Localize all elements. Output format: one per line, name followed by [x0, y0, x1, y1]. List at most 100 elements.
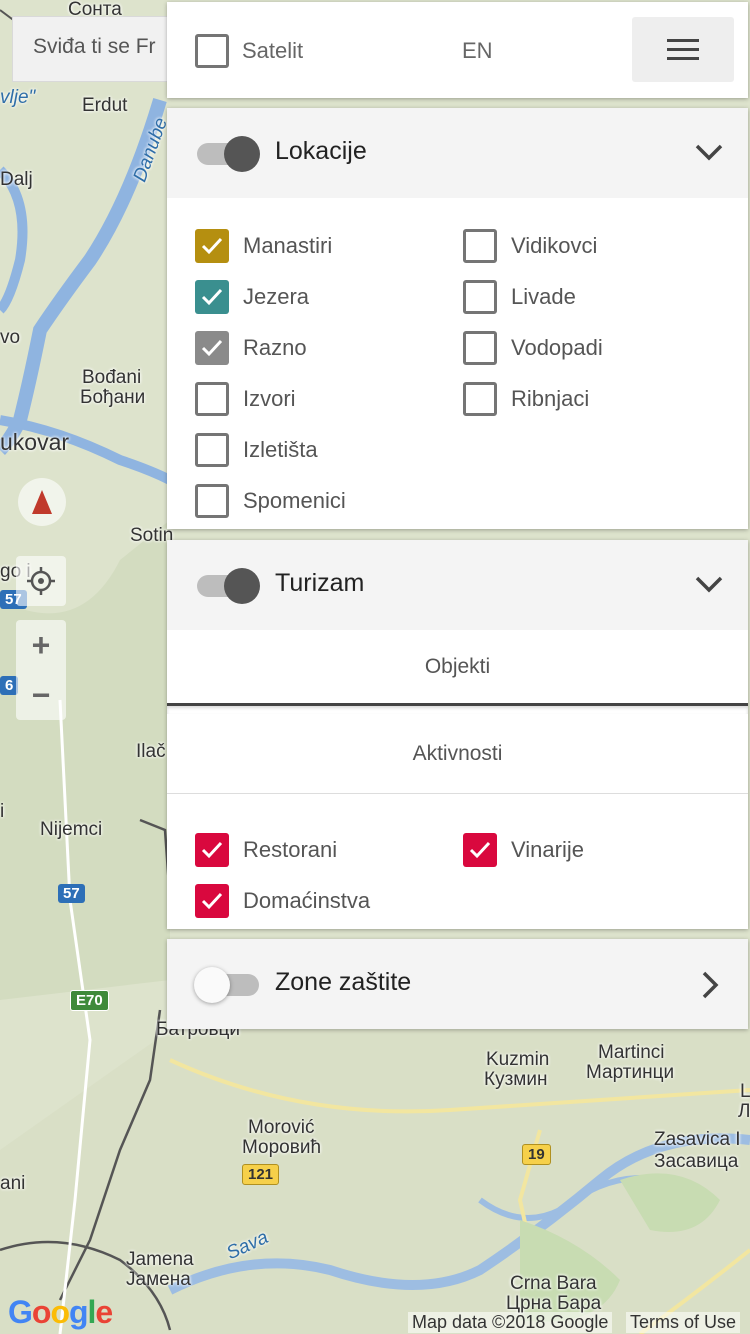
filter-checkbox-item[interactable]: Izletišta — [195, 433, 318, 467]
map-label-bodjani-cyr: Бођани — [80, 387, 146, 408]
filter-checkbox-item[interactable]: Izvori — [195, 382, 296, 416]
map-label-edge-l2: Л — [738, 1101, 750, 1122]
filter-label: Spomenici — [243, 488, 346, 513]
satellite-label: Satelit — [242, 38, 304, 63]
road-shield-57b: 57 — [58, 884, 85, 903]
google-logo: Google — [8, 1294, 113, 1330]
checkbox-checked — [195, 280, 229, 314]
zone-zastite-toggle[interactable] — [194, 967, 261, 1003]
turizam-header[interactable]: Turizam — [167, 540, 748, 630]
turizam-title: Turizam — [275, 569, 365, 597]
hamburger-icon-line — [667, 48, 699, 51]
checkbox-checked — [463, 833, 497, 867]
checkmark-icon — [201, 339, 223, 357]
map-label-dalj: Dalj — [0, 169, 33, 190]
lokacije-section: Lokacije Manastiri Jezera Razno Izvori Izlet… — [167, 108, 748, 529]
map-label-morovic-cyr: Моровић — [242, 1137, 322, 1158]
zoom-in-button[interactable]: + — [16, 620, 66, 670]
filter-checkbox-item[interactable]: Jezera — [195, 280, 309, 314]
filter-checkbox-item[interactable]: Vinarije — [463, 833, 584, 867]
lokacije-header[interactable]: Lokacije — [167, 108, 748, 198]
map-label-kuzmin-cyr: Кузмин — [484, 1069, 548, 1090]
map-label-nijemci: Nijemci — [40, 819, 103, 840]
map-label-jamena-lat: Jamena — [126, 1249, 194, 1270]
map-label-erdut: Erdut — [82, 95, 128, 116]
map-label-martinci-lat: Martinci — [598, 1042, 665, 1063]
toggle-knob — [194, 967, 230, 1003]
road-shield-121: 121 — [242, 1164, 280, 1185]
filter-checkbox-item[interactable]: Spomenici — [195, 484, 346, 518]
filter-label: Domaćinstva — [243, 888, 371, 913]
filter-label: Vidikovci — [511, 233, 598, 258]
hamburger-icon — [667, 39, 699, 42]
menu-button[interactable] — [632, 17, 734, 82]
compass-button[interactable] — [18, 478, 66, 526]
checkbox-unchecked — [463, 382, 497, 416]
checkbox-checked — [195, 331, 229, 365]
map-label-sonta: Сонта — [68, 0, 122, 20]
lokacije-title: Lokacije — [275, 137, 367, 165]
filter-label: Vinarije — [511, 837, 584, 862]
lokacije-toggle[interactable] — [197, 136, 261, 172]
toggle-knob — [224, 568, 260, 604]
filter-label: Vodopadi — [511, 335, 603, 360]
compass-icon — [32, 490, 52, 514]
turizam-section: Turizam Objekti Aktivnosti Restorani Doma… — [167, 540, 748, 929]
filter-checkbox-item[interactable]: Ribnjaci — [463, 382, 589, 416]
map-label-jamena-cyr: Јамена — [126, 1269, 191, 1290]
map-label-martinci-cyr: Мартинци — [586, 1062, 675, 1083]
map-label-morovic-lat: Morović — [248, 1117, 315, 1138]
road-shield-19: 19 — [522, 1144, 551, 1165]
zoom-out-button[interactable]: − — [16, 670, 66, 720]
map-label-crna-bara-lat: Crna Bara — [510, 1273, 597, 1294]
checkbox-unchecked — [463, 280, 497, 314]
facebook-like-box[interactable]: Sviđa ti se Fr — [12, 16, 182, 82]
top-bar: Satelit EN — [167, 2, 748, 98]
filter-label: Izletišta — [243, 437, 318, 462]
checkbox-unchecked — [195, 433, 229, 467]
tab-objekti[interactable]: Objekti — [167, 630, 748, 706]
filter-checkbox-item[interactable]: Restorani — [195, 833, 337, 867]
checkbox-unchecked — [195, 484, 229, 518]
zone-zastite-header[interactable]: Zone zaštite — [167, 939, 748, 1029]
zone-zastite-title: Zone zaštite — [275, 968, 412, 996]
checkbox-box — [195, 34, 229, 68]
chevron-down-icon[interactable] — [694, 574, 724, 594]
map-label-vlje: vlje" — [0, 87, 36, 108]
chevron-right-icon[interactable] — [700, 970, 720, 1000]
filter-checkbox-item[interactable]: Vodopadi — [463, 331, 603, 365]
road-shield-e70: E70 — [70, 990, 109, 1011]
my-location-button[interactable] — [16, 556, 66, 606]
map-label-zasavica-lat: Zasavica I — [654, 1129, 741, 1150]
filter-checkbox-item[interactable]: Razno — [195, 331, 307, 365]
checkmark-icon — [201, 288, 223, 306]
map-label-zasavica-cyr: Засавица — [654, 1151, 739, 1172]
checkbox-checked — [195, 229, 229, 263]
checkbox-checked — [195, 833, 229, 867]
terms-of-use-link[interactable]: Terms of Use — [626, 1312, 741, 1333]
language-switch[interactable]: EN — [462, 38, 493, 64]
tab-aktivnosti[interactable]: Aktivnosti — [167, 714, 748, 794]
filter-checkbox-item[interactable]: Manastiri — [195, 229, 332, 263]
tab-divider — [167, 706, 748, 714]
chevron-down-icon[interactable] — [694, 142, 724, 162]
map-label-kuzmin-lat: Kuzmin — [486, 1049, 550, 1070]
filter-label: Jezera — [243, 284, 310, 309]
map-label-bodjani-lat: Bođani — [82, 367, 142, 388]
checkbox-unchecked — [463, 331, 497, 365]
turizam-toggle[interactable] — [197, 568, 261, 604]
map-label-crna-bara-cyr: Црна Бара — [506, 1293, 602, 1314]
map-label-ilac: Ilač — [136, 741, 166, 762]
filter-checkbox-item[interactable]: Domaćinstva — [195, 884, 370, 918]
checkmark-icon — [469, 841, 491, 859]
map-label-ani: ani — [0, 1173, 26, 1194]
filter-label: Razno — [243, 335, 307, 360]
checkbox-checked — [195, 884, 229, 918]
satellite-checkbox[interactable] — [195, 34, 229, 73]
filter-label: Manastiri — [243, 233, 333, 258]
zoom-control: + − — [16, 620, 66, 720]
filter-checkbox-item[interactable]: Livade — [463, 280, 576, 314]
filter-checkbox-item[interactable]: Vidikovci — [463, 229, 597, 263]
filter-label: Restorani — [243, 837, 338, 862]
filter-label: Livade — [511, 284, 576, 309]
